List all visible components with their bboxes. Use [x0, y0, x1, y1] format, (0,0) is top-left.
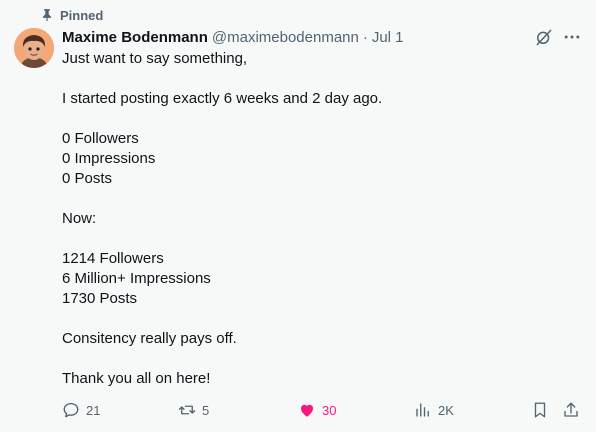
post-blank-line [62, 229, 562, 249]
more-icon[interactable] [562, 27, 582, 47]
bookmark-icon [534, 402, 546, 418]
action-bar: 21 5 30 2K [62, 400, 582, 420]
bookmark-button[interactable] [531, 400, 549, 420]
post-line: Consitency really pays off. [62, 330, 237, 347]
share-icon [564, 402, 578, 417]
repost-icon [178, 405, 196, 415]
pinned-label: Pinned [60, 7, 104, 23]
views-icon [416, 403, 429, 417]
post-line: Just want to say something, [62, 50, 248, 67]
avatar[interactable] [14, 28, 54, 68]
reply-count: 21 [86, 402, 101, 418]
post-line: 1730 Posts [62, 290, 138, 307]
grok-icon[interactable] [534, 27, 554, 47]
post-blank-line [62, 109, 562, 129]
post-line: 0 Posts [62, 170, 113, 187]
reply-icon [63, 402, 79, 418]
post-blank-line [62, 189, 562, 209]
tweet-card[interactable]: Pinned Maxime Bodenmann @maximebodenmann… [0, 0, 596, 432]
heart-icon [301, 404, 313, 417]
share-button[interactable] [562, 400, 580, 420]
like-count: 30 [322, 402, 337, 418]
post-date[interactable]: Jul 1 [372, 29, 404, 46]
repost-button[interactable]: 5 [178, 400, 209, 420]
post-body: Just want to say something, I started pos… [62, 49, 562, 389]
post-line: 0 Followers [62, 130, 139, 147]
tweet-header: Maxime Bodenmann @maximebodenmann · Jul … [62, 26, 404, 48]
view-count: 2K [438, 402, 454, 418]
header-separator: · [362, 28, 368, 46]
reply-button[interactable]: 21 [62, 400, 100, 420]
like-button[interactable]: 30 [298, 400, 336, 420]
post-line: Thank you all on here! [62, 370, 211, 387]
post-blank-line [62, 69, 562, 89]
author-handle[interactable]: @maximebodenmann [212, 29, 359, 46]
post-line: Now: [62, 210, 97, 227]
pin-icon [42, 9, 52, 22]
author-name[interactable]: Maxime Bodenmann [62, 29, 208, 46]
post-blank-line [62, 309, 562, 329]
views-button[interactable]: 2K [414, 400, 454, 420]
repost-count: 5 [202, 402, 210, 418]
pinned-indicator: Pinned [40, 6, 103, 24]
post-line: 1214 Followers [62, 250, 164, 267]
post-blank-line [62, 349, 562, 369]
post-line: I started posting exactly 6 weeks and 2 … [62, 90, 383, 107]
post-line: 0 Impressions [62, 150, 156, 167]
post-line: 6 Million+ Impressions [62, 270, 211, 287]
